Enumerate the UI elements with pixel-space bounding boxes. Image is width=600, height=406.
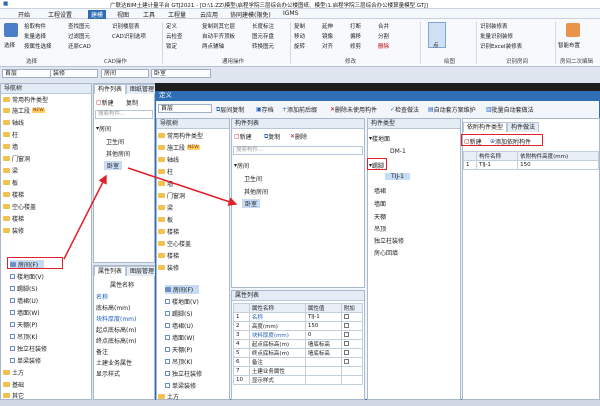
arrow-to-dialog-bedroom [127, 167, 238, 206]
arrow-to-bedroom [63, 174, 107, 260]
annotation-arrows [63, 167, 238, 260]
status-bar [0, 400, 600, 406]
